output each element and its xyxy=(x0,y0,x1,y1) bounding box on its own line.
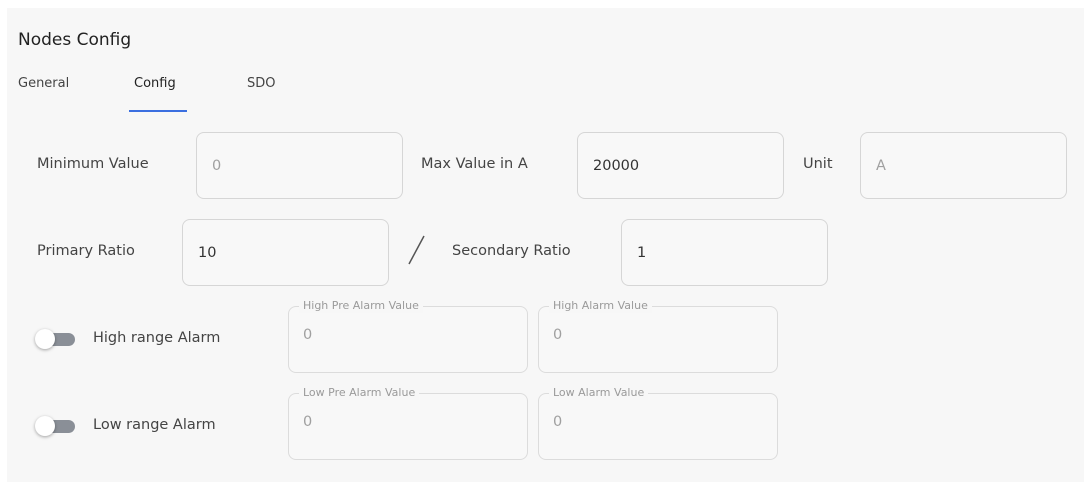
ratio-divider-slash xyxy=(408,235,425,265)
low-pre-alarm-legend: Low Pre Alarm Value xyxy=(299,386,420,400)
tab-config[interactable]: Config xyxy=(134,76,176,91)
low-alarm-value: 0 xyxy=(553,414,563,430)
low-alarm-field[interactable]: Low Alarm Value 0 xyxy=(538,386,778,460)
minimum-value-label: Minimum Value xyxy=(37,156,149,172)
low-pre-alarm-field[interactable]: Low Pre Alarm Value 0 xyxy=(288,386,528,460)
high-pre-alarm-legend: High Pre Alarm Value xyxy=(299,299,423,313)
low-range-alarm-label: Low range Alarm xyxy=(93,417,216,433)
low-range-alarm-toggle[interactable] xyxy=(35,416,79,436)
max-value-label: Max Value in A xyxy=(421,156,528,172)
toggle-thumb xyxy=(35,329,55,349)
high-range-alarm-label: High range Alarm xyxy=(93,330,221,346)
secondary-ratio-text: 1 xyxy=(637,244,647,261)
tab-sdo[interactable]: SDO xyxy=(247,76,276,91)
high-alarm-legend: High Alarm Value xyxy=(549,299,652,313)
unit-label: Unit xyxy=(803,156,833,172)
high-pre-alarm-value: 0 xyxy=(303,327,313,343)
active-tab-indicator xyxy=(129,110,187,112)
minimum-value-field[interactable]: 0 xyxy=(196,132,403,199)
high-pre-alarm-field[interactable]: High Pre Alarm Value 0 xyxy=(288,299,528,373)
high-range-alarm-toggle[interactable] xyxy=(35,329,79,349)
low-pre-alarm-value: 0 xyxy=(303,414,313,430)
primary-ratio-input[interactable]: 10 xyxy=(182,219,389,286)
high-alarm-field[interactable]: High Alarm Value 0 xyxy=(538,299,778,373)
toggle-thumb xyxy=(35,416,55,436)
unit-field[interactable]: A xyxy=(860,132,1067,199)
max-value-input[interactable]: 20000 xyxy=(577,132,784,199)
page-title: Nodes Config xyxy=(18,30,132,50)
tab-general[interactable]: General xyxy=(18,76,69,91)
unit-text: A xyxy=(876,157,886,174)
primary-ratio-label: Primary Ratio xyxy=(37,243,135,259)
high-alarm-value: 0 xyxy=(553,327,563,343)
secondary-ratio-label: Secondary Ratio xyxy=(452,243,571,259)
low-alarm-legend: Low Alarm Value xyxy=(549,386,649,400)
primary-ratio-text: 10 xyxy=(198,244,217,261)
max-value-text: 20000 xyxy=(593,157,640,174)
secondary-ratio-input[interactable]: 1 xyxy=(621,219,828,286)
minimum-value-text: 0 xyxy=(212,157,222,174)
